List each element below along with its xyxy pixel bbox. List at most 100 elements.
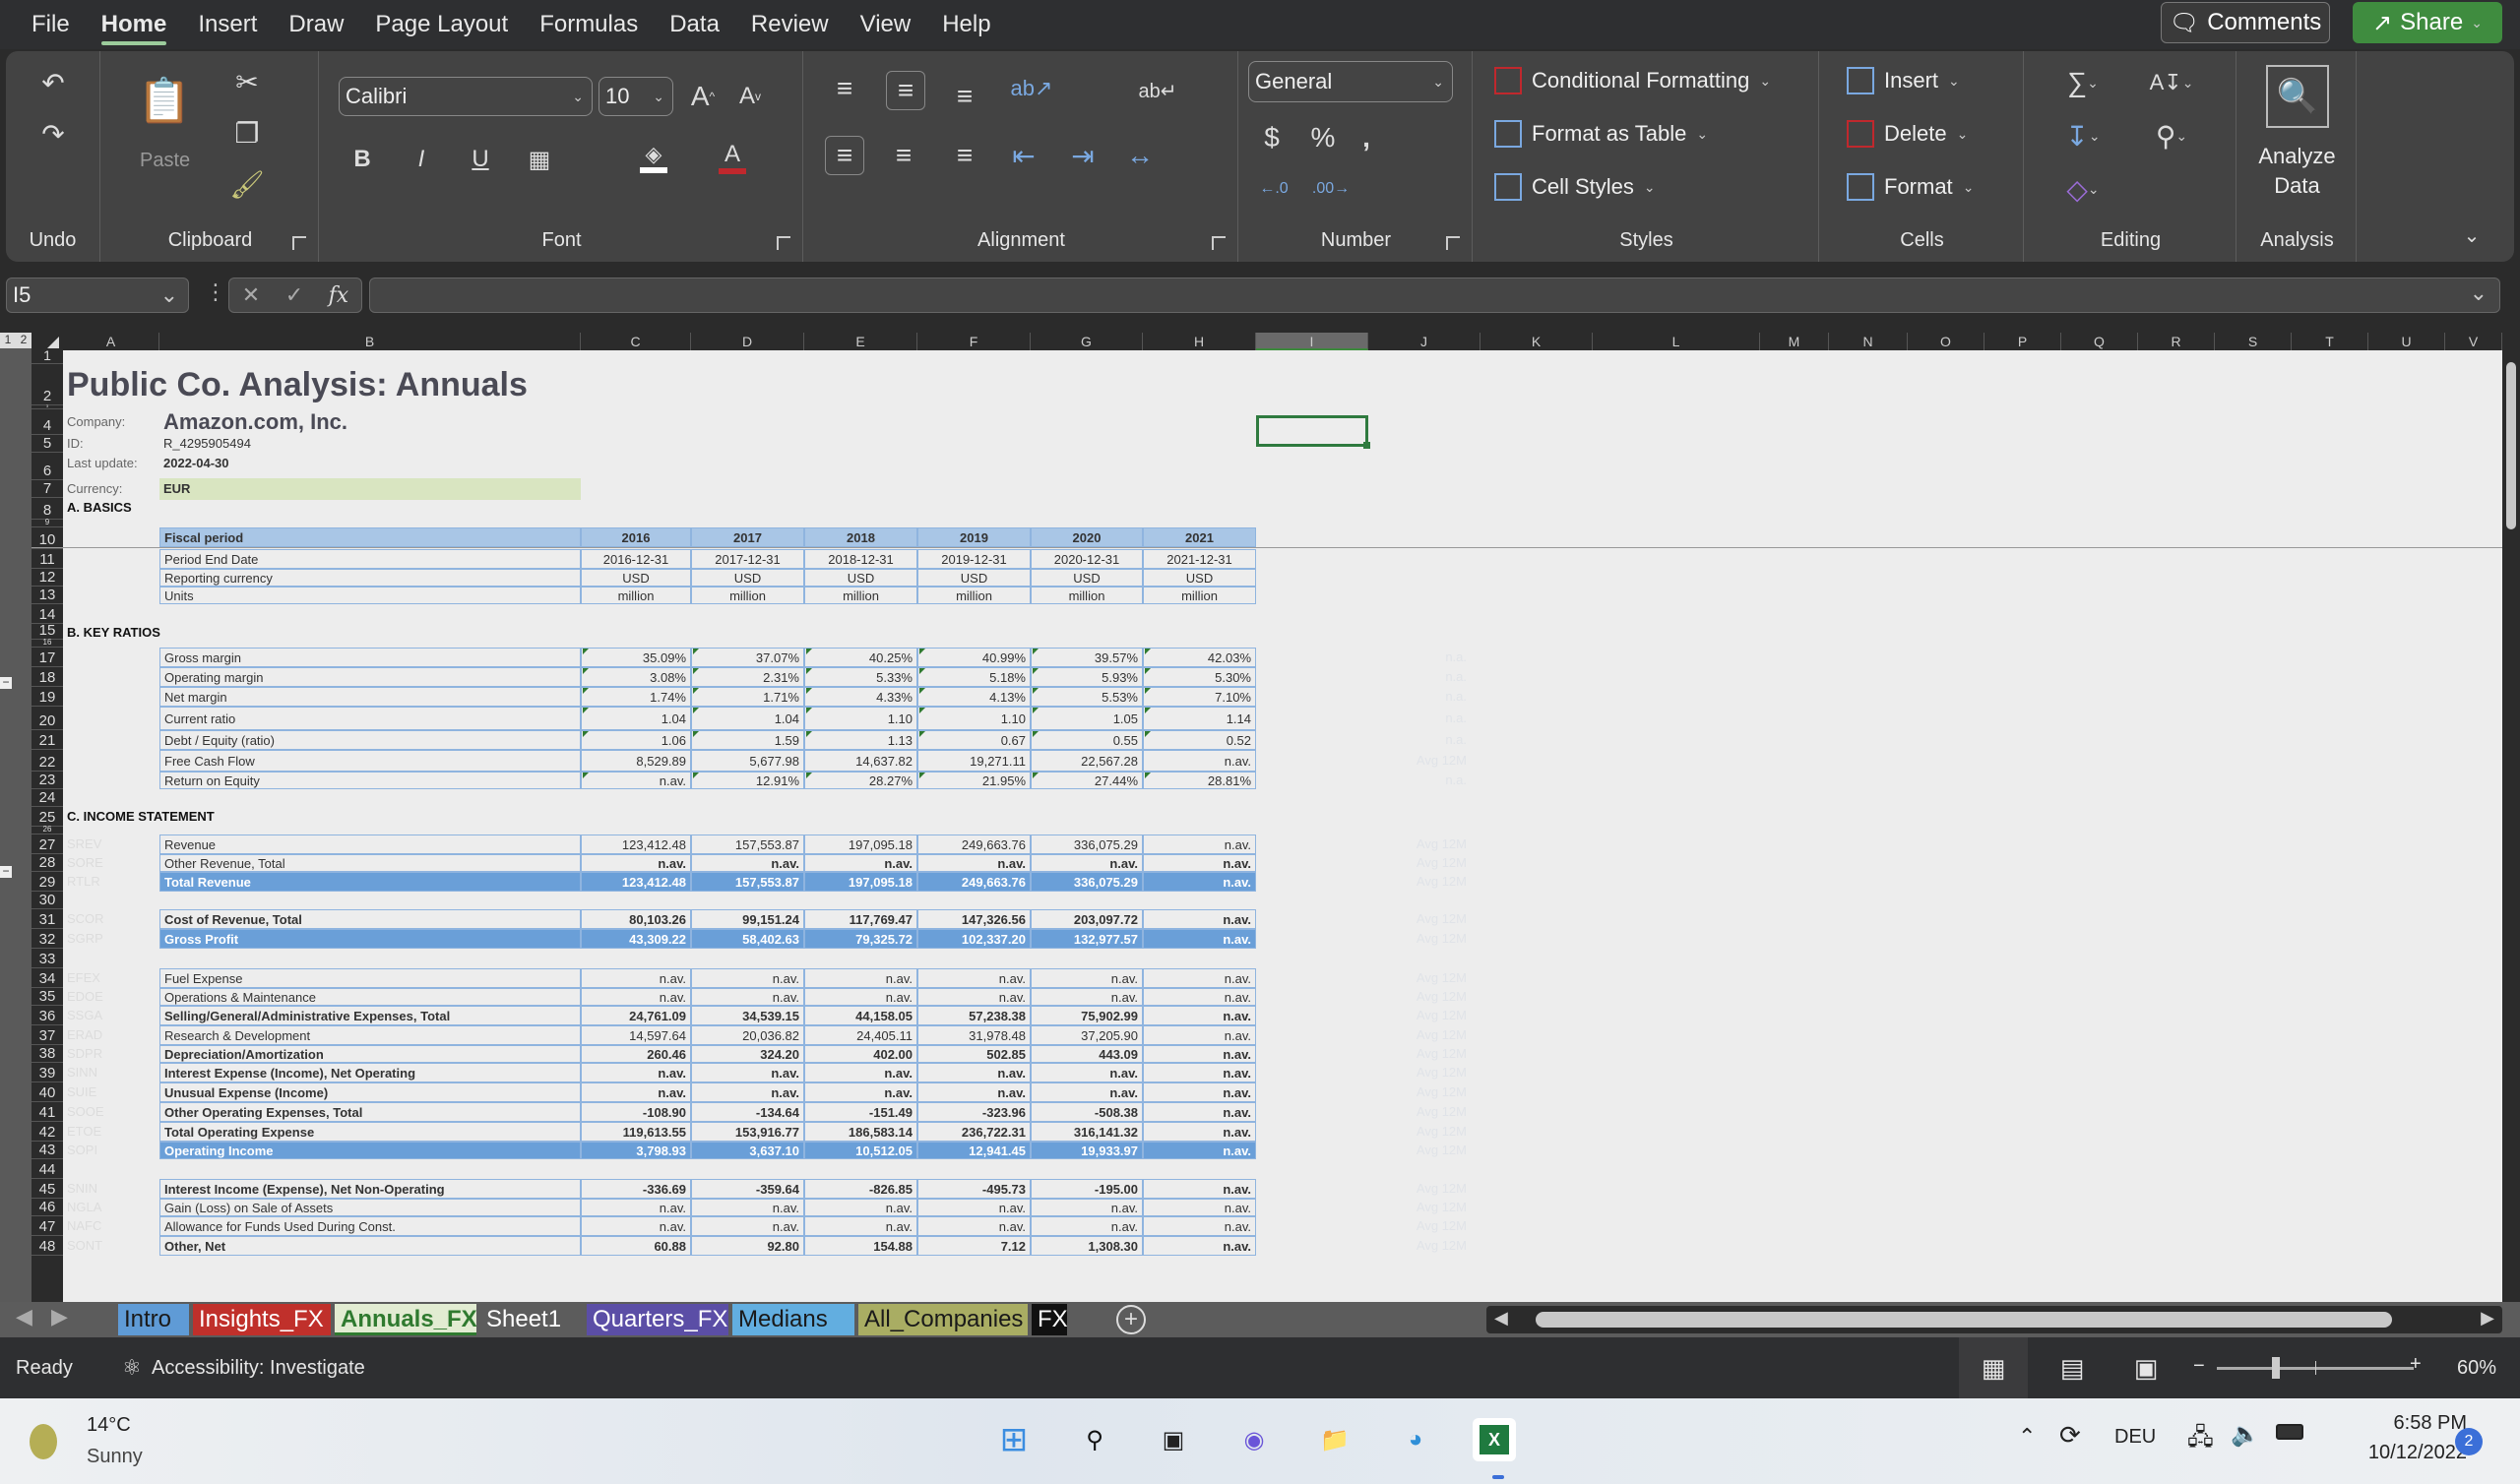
- income-cell[interactable]: 260.46: [581, 1045, 691, 1063]
- basics-cell[interactable]: USD: [1031, 569, 1143, 587]
- font-size-select[interactable]: 10 ⌄: [598, 77, 673, 116]
- basics-cell[interactable]: 2018-12-31: [804, 549, 917, 569]
- row-header-33[interactable]: 33: [32, 949, 63, 968]
- ratio-cell[interactable]: 5.33%: [804, 667, 917, 687]
- row-header-17[interactable]: 17: [32, 648, 63, 667]
- sheet-title[interactable]: Public Co. Analysis: Annuals: [63, 364, 752, 405]
- ratio-cell[interactable]: 1.05: [1031, 707, 1143, 730]
- sheet-tab-fx[interactable]: FX: [1032, 1304, 1068, 1335]
- income-cell[interactable]: n.av.: [581, 1216, 691, 1236]
- row-header-24[interactable]: 24: [32, 789, 63, 807]
- basics-cell[interactable]: million: [1031, 587, 1143, 604]
- ratio-cell[interactable]: 1.71%: [691, 687, 804, 707]
- show-hidden-icons[interactable]: ⌃: [2018, 1424, 2036, 1450]
- income-cell[interactable]: n.av.: [917, 988, 1031, 1006]
- ratio-cell[interactable]: 1.10: [804, 707, 917, 730]
- page-break-view-icon[interactable]: ▣: [2126, 1337, 2166, 1398]
- row-header-28[interactable]: 28: [32, 854, 63, 872]
- row-header-45[interactable]: 45: [32, 1179, 63, 1199]
- menu-formulas[interactable]: Formulas: [539, 0, 638, 49]
- income-row-label[interactable]: Total Operating Expense: [159, 1122, 581, 1142]
- edge-icon[interactable]: ◕: [1394, 1418, 1437, 1461]
- analyze-data-button[interactable]: Analyze Data: [2238, 142, 2356, 201]
- income-cell[interactable]: 60.88: [581, 1236, 691, 1256]
- column-header-E[interactable]: E: [804, 333, 917, 350]
- page-layout-view-icon[interactable]: ▤: [2052, 1337, 2092, 1398]
- ratio-label[interactable]: Current ratio: [159, 707, 581, 730]
- decrease-indent-icon[interactable]: ⇤: [1006, 136, 1041, 175]
- income-cell[interactable]: 7.12: [917, 1236, 1031, 1256]
- basics-row-label[interactable]: Reporting currency: [159, 569, 581, 587]
- column-header-I[interactable]: I: [1256, 333, 1368, 350]
- ratio-cell[interactable]: 1.04: [581, 707, 691, 730]
- income-cell[interactable]: 197,095.18: [804, 872, 917, 892]
- ratio-cell[interactable]: 5.18%: [917, 667, 1031, 687]
- currency-input[interactable]: EUR: [159, 478, 581, 500]
- income-cell[interactable]: 402.00: [804, 1045, 917, 1063]
- collapse-group-button[interactable]: −: [0, 676, 12, 689]
- battery-icon[interactable]: [2276, 1424, 2303, 1440]
- income-cell[interactable]: n.av.: [804, 854, 917, 872]
- ratio-cell[interactable]: 5.93%: [1031, 667, 1143, 687]
- weather-condition[interactable]: Sunny: [87, 1446, 143, 1468]
- ratio-cell[interactable]: 1.59: [691, 730, 804, 750]
- ratio-cell[interactable]: 4.13%: [917, 687, 1031, 707]
- zoom-slider-thumb[interactable]: [2272, 1357, 2280, 1379]
- search-icon[interactable]: ⚲: [1073, 1418, 1116, 1461]
- ratio-cell[interactable]: 1.10: [917, 707, 1031, 730]
- basics-row-label[interactable]: Period End Date: [159, 549, 581, 569]
- income-cell[interactable]: n.av.: [1143, 1102, 1256, 1122]
- income-cell[interactable]: 197,095.18: [804, 835, 917, 854]
- fill-handle[interactable]: [1363, 442, 1370, 449]
- orientation-icon[interactable]: ab↗: [1011, 71, 1053, 106]
- row-header-26[interactable]: 26: [32, 825, 63, 835]
- zoom-level[interactable]: 60%: [2457, 1357, 2496, 1380]
- income-cell[interactable]: -108.90: [581, 1102, 691, 1122]
- scroll-left-icon[interactable]: ◀: [1494, 1308, 1508, 1329]
- ratio-cell[interactable]: 1.74%: [581, 687, 691, 707]
- task-view-icon[interactable]: ▣: [1152, 1418, 1195, 1461]
- ratio-cell[interactable]: 8,529.89: [581, 750, 691, 772]
- income-cell[interactable]: n.av.: [1143, 988, 1256, 1006]
- sort-filter-icon[interactable]: A↧ ⌄: [2142, 63, 2201, 102]
- row-header-5[interactable]: 5: [32, 435, 63, 453]
- align-middle-icon[interactable]: ≡: [886, 71, 925, 110]
- income-cell[interactable]: n.av.: [1031, 1082, 1143, 1102]
- income-cell[interactable]: 154.88: [804, 1236, 917, 1256]
- cells-area[interactable]: Public Co. Analysis: Annuals Company: Amaz…: [32, 350, 2502, 1302]
- income-cell[interactable]: 443.09: [1031, 1045, 1143, 1063]
- id-label[interactable]: ID:: [63, 435, 159, 453]
- ratio-cell[interactable]: 1.06: [581, 730, 691, 750]
- menu-draw[interactable]: Draw: [288, 0, 344, 49]
- income-cell[interactable]: -336.69: [581, 1179, 691, 1199]
- font-color-icon[interactable]: A: [717, 138, 748, 177]
- column-header-R[interactable]: R: [2138, 333, 2215, 350]
- row-header-12[interactable]: 12: [32, 569, 63, 587]
- row-header-6[interactable]: 6: [32, 453, 63, 480]
- income-cell[interactable]: n.av.: [581, 1082, 691, 1102]
- income-cell[interactable]: 502.85: [917, 1045, 1031, 1063]
- income-cell[interactable]: 44,158.05: [804, 1006, 917, 1025]
- income-cell[interactable]: 12,941.45: [917, 1142, 1031, 1159]
- income-cell[interactable]: 123,412.48: [581, 872, 691, 892]
- column-header-B[interactable]: B: [159, 333, 581, 350]
- income-cell[interactable]: n.av.: [917, 968, 1031, 988]
- income-cell[interactable]: 123,412.48: [581, 835, 691, 854]
- outline-level-2-button[interactable]: 2: [16, 333, 32, 348]
- row-header-39[interactable]: 39: [32, 1063, 63, 1082]
- row-header-11[interactable]: 11: [32, 549, 63, 569]
- sheet-tab-intro[interactable]: Intro: [118, 1304, 189, 1335]
- income-cell[interactable]: n.av.: [1143, 1142, 1256, 1159]
- network-icon[interactable]: 🖧: [2187, 1420, 2214, 1460]
- align-center-icon[interactable]: ≡: [886, 136, 921, 175]
- column-header-T[interactable]: T: [2292, 333, 2368, 350]
- basics-cell[interactable]: million: [804, 587, 917, 604]
- income-cell[interactable]: 75,902.99: [1031, 1006, 1143, 1025]
- basics-cell[interactable]: 2019-12-31: [917, 549, 1031, 569]
- row-header-36[interactable]: 36: [32, 1006, 63, 1025]
- sheet-tab-sheet1[interactable]: Sheet1: [480, 1304, 583, 1335]
- row-header-34[interactable]: 34: [32, 968, 63, 988]
- income-cell[interactable]: -323.96: [917, 1102, 1031, 1122]
- row-header-29[interactable]: 29: [32, 872, 63, 892]
- income-cell[interactable]: n.av.: [1143, 1082, 1256, 1102]
